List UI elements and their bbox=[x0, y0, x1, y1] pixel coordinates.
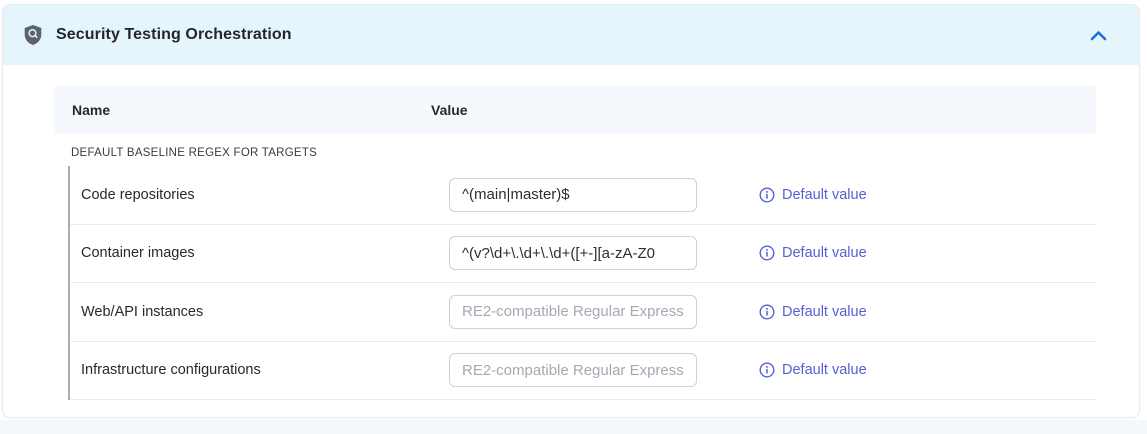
regex-input-code-repositories[interactable] bbox=[449, 178, 697, 212]
panel-header[interactable]: Security Testing Orchestration bbox=[3, 5, 1139, 65]
table-row-infrastructure-configurations: Infrastructure configurations Default va… bbox=[70, 342, 1096, 401]
info-icon bbox=[759, 362, 775, 378]
default-value-link[interactable]: Default value bbox=[759, 304, 867, 320]
row-label: Web/API instances bbox=[81, 304, 449, 320]
info-icon bbox=[759, 245, 775, 261]
default-value-label: Default value bbox=[782, 187, 867, 203]
default-value-label: Default value bbox=[782, 362, 867, 378]
page-title: Security Testing Orchestration bbox=[56, 26, 292, 44]
section-heading: DEFAULT BASELINE REGEX FOR TARGETS bbox=[71, 147, 1139, 159]
column-header-value: Value bbox=[431, 102, 468, 118]
default-value-label: Default value bbox=[782, 245, 867, 261]
info-icon bbox=[759, 187, 775, 203]
chevron-up-icon bbox=[1090, 30, 1107, 41]
security-testing-panel: Security Testing Orchestration Name Valu… bbox=[2, 4, 1140, 418]
table-row-container-images: Container images Default value bbox=[70, 225, 1096, 284]
table-row-code-repositories: Code repositories Default value bbox=[70, 166, 1096, 225]
info-icon bbox=[759, 304, 775, 320]
default-value-link[interactable]: Default value bbox=[759, 245, 867, 261]
default-value-label: Default value bbox=[782, 304, 867, 320]
collapse-section-button[interactable] bbox=[1085, 22, 1111, 48]
table-row-web-api-instances: Web/API instances Default value bbox=[70, 283, 1096, 342]
table-header-row: Name Value bbox=[54, 86, 1096, 134]
column-header-name: Name bbox=[54, 102, 431, 118]
row-label: Code repositories bbox=[81, 187, 449, 203]
row-label: Infrastructure configurations bbox=[81, 362, 449, 378]
regex-input-container-images[interactable] bbox=[449, 236, 697, 270]
page-background-strip bbox=[0, 420, 1147, 434]
default-value-link[interactable]: Default value bbox=[759, 362, 867, 378]
settings-rows: Code repositories Default value Containe… bbox=[68, 166, 1096, 400]
regex-input-infrastructure-configurations[interactable] bbox=[449, 353, 697, 387]
row-label: Container images bbox=[81, 245, 449, 261]
default-value-link[interactable]: Default value bbox=[759, 187, 867, 203]
regex-input-web-api-instances[interactable] bbox=[449, 295, 697, 329]
shield-scan-icon bbox=[23, 24, 43, 46]
